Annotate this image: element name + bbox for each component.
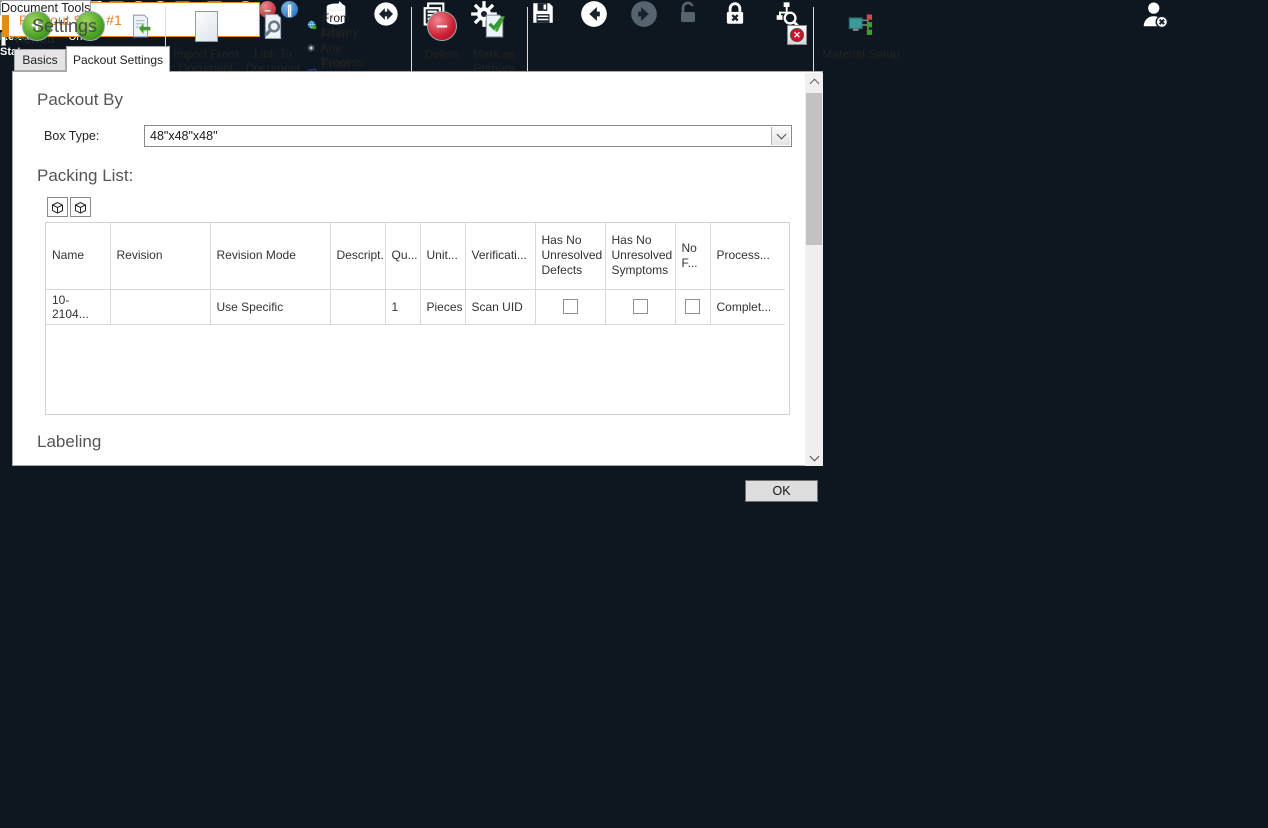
col-no-defects[interactable]: Has No Unresolved Defects — [534, 223, 606, 290]
cell-no-symptoms — [604, 288, 676, 325]
process-gear-icon — [307, 40, 315, 56]
col-revision-mode[interactable]: Revision Mode — [209, 223, 331, 290]
packing-list-table: Name Revision Revision Mode Descript... … — [45, 222, 790, 415]
import-document-icon — [173, 11, 239, 47]
col-process[interactable]: Process... — [709, 223, 785, 290]
col-revision[interactable]: Revision — [109, 223, 211, 290]
material-setup-icon — [819, 11, 903, 47]
logout-user-icon[interactable] — [1140, 0, 1170, 30]
cell-process[interactable]: Complet... — [709, 288, 785, 325]
no-symptoms-checkbox[interactable] — [632, 299, 648, 314]
cell-quantity[interactable]: 1 — [384, 288, 421, 325]
col-quantity[interactable]: Qu... — [384, 223, 421, 290]
box-type-value: 48"x48"x48" — [150, 129, 218, 143]
chevron-down-icon[interactable] — [771, 127, 790, 145]
box-type-label: Box Type: — [44, 129, 100, 143]
cell-no-f — [674, 288, 711, 325]
cell-units[interactable]: Pieces — [419, 288, 466, 325]
save-icon[interactable] — [530, 0, 556, 26]
mark-primary-icon — [467, 11, 521, 47]
close-icon: ✕ — [790, 28, 804, 42]
back-icon[interactable] — [580, 0, 608, 28]
lock-icon[interactable] — [722, 0, 748, 28]
delete-button[interactable]: – Delete — [419, 11, 465, 61]
col-description[interactable]: Descript... — [329, 223, 386, 290]
col-verification[interactable]: Verificati... — [464, 223, 536, 290]
unlock-icon[interactable] — [676, 0, 700, 26]
remove-box-item-button[interactable] — [70, 197, 91, 217]
dialog-title: Settings — [32, 16, 98, 36]
dialog-close-button[interactable]: ✕ — [787, 25, 807, 45]
col-units[interactable]: Unit... — [419, 223, 466, 290]
cell-revision-mode[interactable]: Use Specific — [209, 288, 331, 325]
dialog-scrollbar[interactable] — [805, 73, 823, 466]
view-box-button[interactable] — [47, 197, 68, 217]
ok-button[interactable]: OK — [745, 480, 818, 502]
forward-icon[interactable] — [630, 0, 658, 28]
packout-settings-content: Packout By Box Type: 48"x48"x48" Packing… — [12, 71, 823, 466]
cell-description[interactable] — [329, 288, 386, 325]
scroll-down-icon[interactable] — [805, 448, 823, 466]
box-type-select[interactable]: 48"x48"x48" — [144, 125, 792, 147]
cell-verification[interactable]: Scan UID — [464, 288, 536, 325]
sync-icon[interactable] — [372, 0, 400, 28]
tab-basics[interactable]: Basics — [14, 49, 66, 71]
cell-revision[interactable] — [109, 288, 211, 325]
scrollbar-thumb[interactable] — [806, 93, 822, 245]
packing-list-heading: Packing List: — [37, 166, 134, 185]
scroll-up-icon[interactable] — [805, 73, 823, 91]
material-setup-button[interactable]: Material Setup — [819, 11, 903, 61]
tab-packout-settings[interactable]: Packout Settings — [66, 46, 170, 72]
cell-no-defects — [534, 288, 606, 325]
from-any-process-button[interactable]: From Any Process — [307, 27, 371, 69]
table-row[interactable]: 10-2104... Use Specific 1 Pieces Scan UI… — [46, 288, 785, 325]
link-document-icon — [243, 11, 303, 47]
import-from-document-button[interactable]: Import From Document — [173, 11, 239, 75]
cell-name[interactable]: 10-2104... — [46, 288, 111, 325]
library-icon — [307, 17, 317, 33]
table-header-row: Name Revision Revision Mode Descript... … — [46, 223, 785, 290]
mark-as-primary-button[interactable]: Mark as Primary — [467, 11, 521, 75]
link-to-document-button[interactable]: Link To Document — [243, 11, 303, 75]
col-no-f[interactable]: No F... — [674, 223, 711, 290]
col-no-symptoms[interactable]: Has No Unresolved Symptoms — [604, 223, 676, 290]
no-f-checkbox[interactable] — [685, 299, 700, 314]
no-defects-checkbox[interactable] — [562, 299, 578, 314]
find-process-icon[interactable] — [772, 0, 800, 28]
from-v7-icon — [119, 11, 161, 47]
col-name[interactable]: Name — [46, 223, 111, 290]
ribbon: + New ↓ From Template From V7 Import Fro… — [0, 0, 900, 98]
labeling-heading: Labeling — [37, 432, 102, 451]
packout-by-heading: Packout By — [37, 90, 123, 109]
delete-icon: – — [419, 11, 465, 47]
